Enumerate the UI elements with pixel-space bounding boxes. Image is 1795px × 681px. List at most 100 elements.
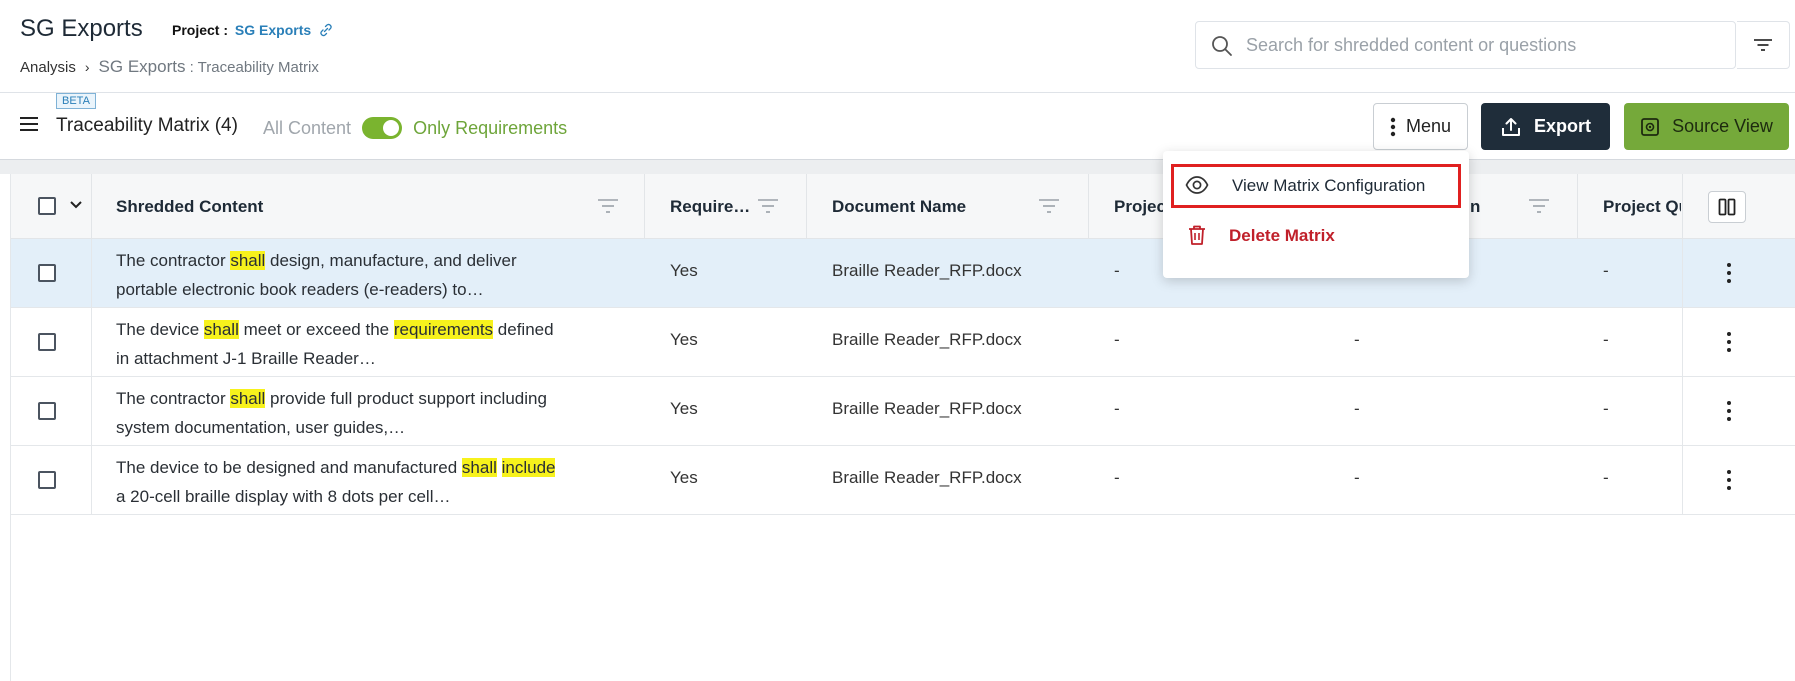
content-text: a 20-cell braille display with 8 dots pe… xyxy=(116,487,451,506)
kebab-dot xyxy=(1727,279,1731,283)
eye-icon xyxy=(1185,176,1209,194)
beta-badge: BETA xyxy=(56,93,96,109)
source-view-icon xyxy=(1641,117,1660,136)
cell-document-name: Braille Reader_RFP.docx xyxy=(832,468,1022,487)
cell-document-name: Braille Reader_RFP.docx xyxy=(832,261,1022,280)
chevron-down-icon[interactable] xyxy=(69,200,83,210)
requirements-toggle[interactable] xyxy=(362,117,403,139)
keyword-highlight: shall xyxy=(230,389,266,408)
matrix-toolbar: BETA Traceability Matrix (4) All Content… xyxy=(0,93,1795,160)
row-actions-kebab-icon[interactable] xyxy=(1724,397,1734,425)
keyword-highlight: include xyxy=(501,458,556,477)
cell-project: - xyxy=(1114,261,1120,280)
kebab-vertical-icon xyxy=(1390,117,1396,136)
row-checkbox[interactable] xyxy=(38,264,56,282)
cell-project: - xyxy=(1114,468,1120,487)
table-row[interactable]: The contractor shall design, manufacture… xyxy=(11,239,1795,308)
row-checkbox[interactable] xyxy=(38,471,56,489)
select-all-checkbox[interactable] xyxy=(38,197,56,215)
column-header-requirement[interactable]: Require… xyxy=(670,174,750,239)
row-actions-kebab-icon[interactable] xyxy=(1724,466,1734,494)
content-text: The contractor xyxy=(116,251,231,270)
view-matrix-configuration-item[interactable]: View Matrix Configuration xyxy=(1171,164,1461,208)
source-view-button[interactable]: Source View xyxy=(1624,103,1789,150)
kebab-dot xyxy=(1727,486,1731,490)
cell-requirement: Yes xyxy=(670,399,698,418)
column-divider xyxy=(1088,174,1089,239)
cell-project-questions: - xyxy=(1603,330,1609,349)
cell-shredded-content[interactable]: The contractor shall provide full produc… xyxy=(116,384,556,442)
delete-matrix-item[interactable]: Delete Matrix xyxy=(1171,214,1461,258)
column-filter-icon[interactable] xyxy=(597,198,619,214)
keyword-highlight: requirements xyxy=(393,320,494,339)
cell-column-5: - xyxy=(1354,468,1360,487)
column-divider xyxy=(91,174,92,239)
menu-button-label: Menu xyxy=(1405,116,1452,136)
content-separator xyxy=(0,160,1795,174)
kebab-dot xyxy=(1727,478,1731,482)
cell-shredded-content[interactable]: The contractor shall design, manufacture… xyxy=(116,246,556,304)
cell-project-questions: - xyxy=(1603,399,1609,418)
column-header-project-questions[interactable]: Project Qu xyxy=(1603,174,1681,239)
toggle-label-only-requirements[interactable]: Only Requirements xyxy=(413,118,567,139)
view-matrix-configuration-label: View Matrix Configuration xyxy=(1232,176,1426,195)
app-title: SG Exports xyxy=(20,15,143,42)
column-header-project[interactable]: Projec xyxy=(1114,174,1166,239)
column-filter-icon[interactable] xyxy=(1528,198,1550,214)
breadcrumb-analysis[interactable]: Analysis xyxy=(20,59,76,76)
breadcrumb: Analysis › SG Exports : Traceability Mat… xyxy=(20,57,319,77)
project-link[interactable]: SG Exports xyxy=(235,22,311,38)
column-header-partial[interactable]: n xyxy=(1470,174,1480,239)
toggle-knob xyxy=(383,120,400,136)
cell-requirement: Yes xyxy=(670,330,698,349)
row-checkbox[interactable] xyxy=(38,333,56,351)
table-row[interactable]: The contractor shall provide full produc… xyxy=(11,377,1795,446)
kebab-dot xyxy=(1727,263,1731,267)
table-header: Shredded Content Require… Document Name … xyxy=(11,174,1795,239)
upload-icon xyxy=(1501,117,1520,136)
cell-shredded-content[interactable]: The device to be designed and manufactur… xyxy=(116,453,556,511)
content-text: The contractor xyxy=(116,389,231,408)
row-actions-kebab-icon[interactable] xyxy=(1724,328,1734,356)
kebab-dot xyxy=(1727,271,1731,275)
matrix-menu-dropdown: View Matrix Configuration Delete Matrix xyxy=(1163,151,1469,278)
column-header-document-name[interactable]: Document Name xyxy=(832,174,966,239)
keyword-highlight: shall xyxy=(203,320,239,339)
toggle-label-all-content[interactable]: All Content xyxy=(263,118,351,139)
trash-icon xyxy=(1189,225,1205,245)
table-row[interactable]: The device shall meet or exceed the requ… xyxy=(11,308,1795,377)
traceability-table: Shredded Content Require… Document Name … xyxy=(10,174,1795,681)
row-actions-kebab-icon[interactable] xyxy=(1724,259,1734,287)
column-filter-icon[interactable] xyxy=(757,198,779,214)
search-input[interactable] xyxy=(1246,23,1676,67)
content-text: The device xyxy=(116,320,204,339)
cell-project-questions: - xyxy=(1603,261,1609,280)
table-row[interactable]: The device to be designed and manufactur… xyxy=(11,446,1795,515)
search-box xyxy=(1195,21,1736,69)
export-button[interactable]: Export xyxy=(1481,103,1610,150)
menu-button[interactable]: Menu xyxy=(1373,103,1468,150)
column-layout-button[interactable] xyxy=(1708,191,1746,223)
cell-document-name: Braille Reader_RFP.docx xyxy=(832,330,1022,349)
column-divider xyxy=(1577,174,1578,239)
breadcrumb-current: SG Exports : Traceability Matrix xyxy=(98,57,319,76)
hamburger-menu-icon[interactable] xyxy=(19,115,39,133)
filter-icon xyxy=(1754,39,1772,51)
column-header-shredded-content[interactable]: Shredded Content xyxy=(116,174,263,239)
content-text: The device to be designed and manufactur… xyxy=(116,458,462,477)
kebab-dot xyxy=(1727,417,1731,421)
column-filter-icon[interactable] xyxy=(1038,198,1060,214)
content-text xyxy=(497,458,502,477)
cell-shredded-content[interactable]: The device shall meet or exceed the requ… xyxy=(116,315,556,373)
cell-project: - xyxy=(1114,330,1120,349)
matrix-title: Traceability Matrix (4) xyxy=(56,115,238,136)
filter-button[interactable] xyxy=(1737,21,1790,69)
kebab-dot xyxy=(1727,332,1731,336)
content-toggle-group: All Content Only Requirements xyxy=(263,117,567,139)
column-divider xyxy=(644,174,645,239)
external-link-icon[interactable] xyxy=(319,23,333,37)
cell-column-5: - xyxy=(1354,330,1360,349)
cell-requirement: Yes xyxy=(670,468,698,487)
row-checkbox[interactable] xyxy=(38,402,56,420)
source-view-label: Source View xyxy=(1672,116,1773,136)
